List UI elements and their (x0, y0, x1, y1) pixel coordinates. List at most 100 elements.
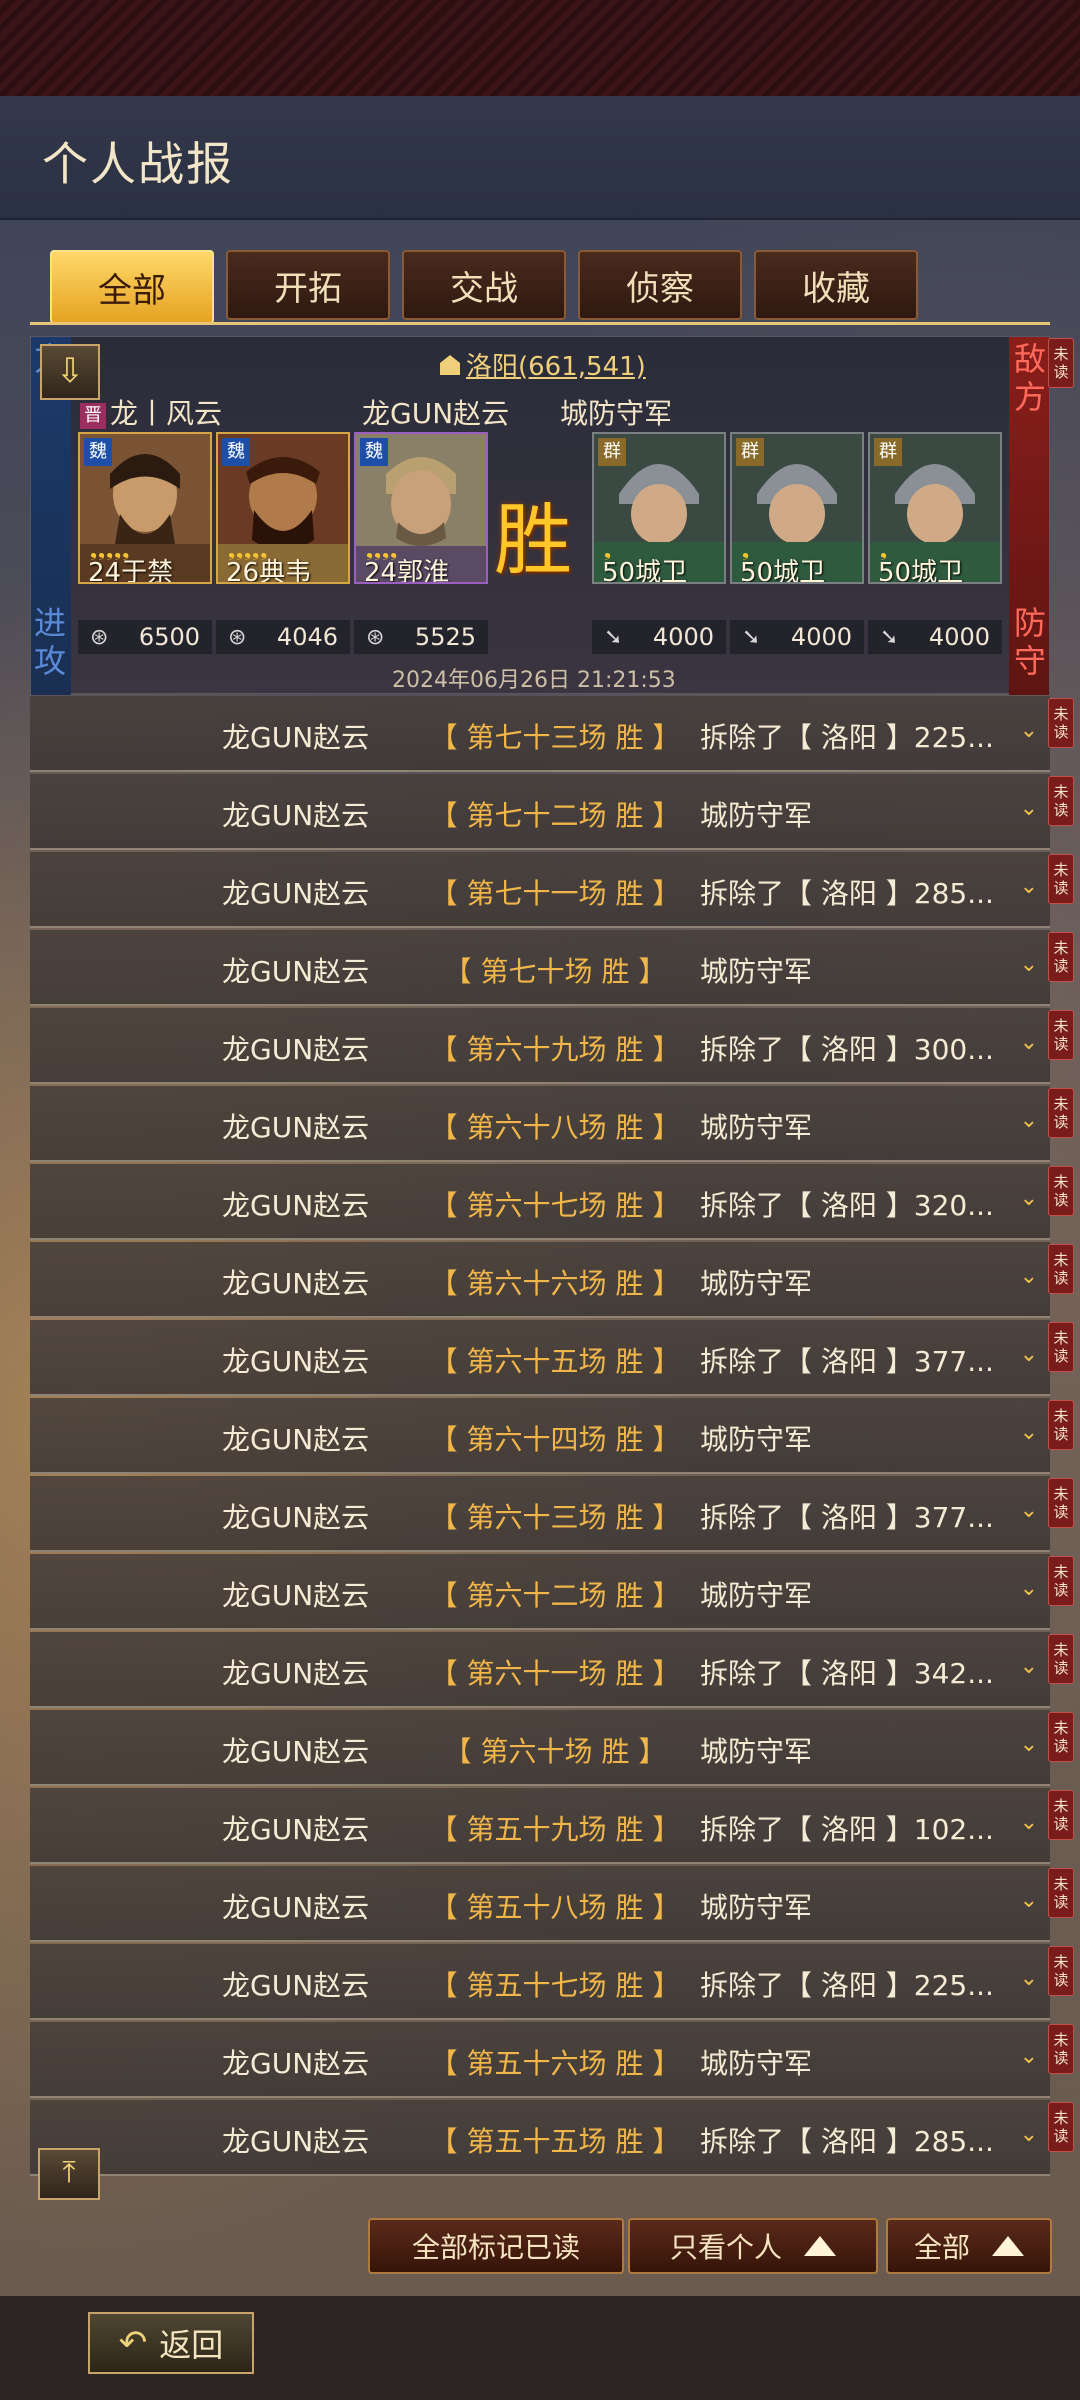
tab-explore[interactable]: 开拓 (226, 250, 390, 320)
chevron-down-icon[interactable]: ⌄ (1020, 2044, 1038, 2069)
general-card-defense-2[interactable]: 群 ❟ 50城卫 (730, 432, 864, 584)
tab-all[interactable]: 全部 (50, 250, 214, 324)
attacker-player-name: 龙GUN赵云 (362, 397, 510, 430)
chevron-down-icon[interactable]: ⌄ (1020, 1498, 1038, 1523)
report-row[interactable]: 龙GUN赵云 【 第六十九场 胜 】拆除了【 洛阳 】300... ⌄ (30, 1008, 1050, 1084)
general-name: 50城卫 (602, 558, 688, 584)
report-row[interactable]: 龙GUN赵云 【 第七十三场 胜 】拆除了【 洛阳 】225... ⌄ (30, 696, 1050, 772)
report-row[interactable]: 龙GUN赵云 【 第六十四场 胜 】城防守军 ⌄ (30, 1398, 1050, 1474)
report-result: 城防守军 (700, 1579, 813, 1612)
general-faction-badge: 魏 (222, 438, 250, 466)
unread-tag: 未读 (1048, 1400, 1074, 1450)
report-round: 【 第七十三场 胜 】 (429, 721, 681, 754)
tabs-underline (30, 322, 1050, 325)
chevron-down-icon[interactable]: ⌄ (1020, 796, 1038, 821)
report-attacker: 龙GUN赵云 (222, 955, 370, 988)
report-attacker: 龙GUN赵云 (222, 1501, 370, 1534)
back-button[interactable]: ↶ 返回 (88, 2312, 254, 2374)
tab-scout[interactable]: 侦察 (578, 250, 742, 320)
unread-tag: 未读 (1048, 338, 1074, 388)
report-round: 【 第五十五场 胜 】 (429, 2125, 681, 2158)
report-attacker: 龙GUN赵云 (222, 1345, 370, 1378)
alliance-faction-badge: 晋 (80, 403, 106, 429)
report-row[interactable]: 龙GUN赵云 【 第七十场 胜 】城防守军 ⌄ (30, 930, 1050, 1006)
chevron-down-icon[interactable]: ⌄ (1020, 1186, 1038, 1211)
mark-all-read-button[interactable]: 全部标记已读 (368, 2218, 624, 2274)
chevron-down-icon[interactable]: ⌄ (1020, 1654, 1038, 1679)
chevron-down-icon[interactable]: ⌄ (1020, 1108, 1038, 1133)
chevron-down-icon[interactable]: ⌄ (1020, 1420, 1038, 1445)
report-row[interactable]: 龙GUN赵云 【 第六十一场 胜 】拆除了【 洛阳 】342... ⌄ (30, 1632, 1050, 1708)
dropdown-arrow-icon (804, 2236, 836, 2256)
report-result: 城防守军 (700, 1735, 813, 1768)
report-row[interactable]: 龙GUN赵云 【 第五十七场 胜 】拆除了【 洛阳 】225... ⌄ (30, 1944, 1050, 2020)
general-card-defense-1[interactable]: 群 ❟ 50城卫 (592, 432, 726, 584)
only-personal-dropdown[interactable]: 只看个人 (628, 2218, 878, 2274)
chevron-down-icon[interactable]: ⌄ (1020, 874, 1038, 899)
unread-tag: 未读 (1048, 1712, 1074, 1762)
report-row[interactable]: 龙GUN赵云 【 第七十二场 胜 】城防守军 ⌄ (30, 774, 1050, 850)
report-result: 城防守军 (700, 1423, 813, 1456)
report-result: 拆除了【 洛阳 】225... (700, 721, 994, 754)
unread-tag: 未读 (1048, 776, 1074, 826)
report-row[interactable]: 龙GUN赵云 【 第六十三场 胜 】拆除了【 洛阳 】377... ⌄ (30, 1476, 1050, 1552)
report-result: 城防守军 (700, 799, 813, 832)
general-card-defense-3[interactable]: 群 ❟ 50城卫 (868, 432, 1002, 584)
report-row[interactable]: 龙GUN赵云 【 第五十八场 胜 】城防守军 ⌄ (30, 1866, 1050, 1942)
battle-location-link[interactable]: 洛阳(661,541) (440, 346, 646, 383)
report-row[interactable]: 龙GUN赵云 【 第七十一场 胜 】拆除了【 洛阳 】285... ⌄ (30, 852, 1050, 928)
general-card-attack-1[interactable]: 魏 ❟❟❟❟❟ 24于禁 (78, 432, 212, 584)
scroll-top-button[interactable]: ⤒ (38, 2148, 100, 2200)
report-round: 【 第五十七场 胜 】 (429, 1969, 681, 2002)
unread-tag: 未读 (1048, 1166, 1074, 1216)
general-name: 24郭淮 (364, 558, 450, 584)
general-card-attack-2[interactable]: 魏 ❟❟❟❟❟ 26典韦 (216, 432, 350, 584)
attacker-alliance: 晋龙丨风云 (80, 392, 222, 432)
chevron-down-icon[interactable]: ⌄ (1020, 1810, 1038, 1835)
report-result: 城防守军 (700, 1111, 813, 1144)
chevron-down-icon[interactable]: ⌄ (1020, 1732, 1038, 1757)
chevron-down-icon[interactable]: ⌄ (1020, 1342, 1038, 1367)
report-attacker: 龙GUN赵云 (222, 1423, 370, 1456)
report-result: 拆除了【 洛阳 】225... (700, 1969, 994, 2002)
report-round: 【 第六十六场 胜 】 (429, 1267, 681, 1300)
troop-count: ⊛ 6500 (78, 620, 212, 654)
report-round: 【 第五十六场 胜 】 (429, 2047, 681, 2080)
report-row[interactable]: 龙GUN赵云 【 第六十五场 胜 】拆除了【 洛阳 】377... ⌄ (30, 1320, 1050, 1396)
chevron-down-icon[interactable]: ⌄ (1020, 1030, 1038, 1055)
location-icon (440, 355, 460, 375)
defender-name: 城防守军 (560, 397, 673, 430)
general-card-attack-3[interactable]: 魏 ❟❟❟❟ 24郭淮 (354, 432, 488, 584)
filter-all-dropdown[interactable]: 全部 (886, 2218, 1052, 2274)
report-attacker: 龙GUN赵云 (222, 1657, 370, 1690)
unread-tag: 未读 (1048, 1634, 1074, 1684)
chevron-down-icon[interactable]: ⌄ (1020, 1264, 1038, 1289)
report-row[interactable]: 龙GUN赵云 【 第六十场 胜 】城防守军 ⌄ (30, 1710, 1050, 1786)
troop-count: ➘ 4000 (868, 620, 1002, 654)
report-row[interactable]: 龙GUN赵云 【 第六十八场 胜 】城防守军 ⌄ (30, 1086, 1050, 1162)
report-row[interactable]: 龙GUN赵云 【 第六十七场 胜 】拆除了【 洛阳 】320... ⌄ (30, 1164, 1050, 1240)
general-faction-badge: 群 (598, 438, 626, 466)
report-row[interactable]: 龙GUN赵云 【 第五十九场 胜 】拆除了【 洛阳 】102... ⌄ (30, 1788, 1050, 1864)
report-attacker: 龙GUN赵云 (222, 1189, 370, 1222)
report-round: 【 第七十场 胜 】 (443, 955, 667, 988)
tab-bar: 全部 开拓 交战 侦察 收藏 (50, 250, 918, 324)
report-result: 拆除了【 洛阳 】320... (700, 1189, 994, 1222)
report-row[interactable]: 龙GUN赵云 【 第五十五场 胜 】拆除了【 洛阳 】285... ⌄ (30, 2100, 1050, 2176)
report-row[interactable]: 龙GUN赵云 【 第五十六场 胜 】城防守军 ⌄ (30, 2022, 1050, 2098)
chevron-down-icon[interactable]: ⌄ (1020, 2122, 1038, 2147)
tab-favorites[interactable]: 收藏 (754, 250, 918, 320)
chevron-down-icon[interactable]: ⌄ (1020, 1888, 1038, 1913)
chevron-down-icon[interactable]: ⌄ (1020, 952, 1038, 977)
battle-timestamp: 2024年06月26日 21:21:53 (392, 668, 676, 693)
troops-icon: ⊛ (366, 624, 385, 650)
chevron-down-icon[interactable]: ⌄ (1020, 1966, 1038, 1991)
troop-count: ⊛ 5525 (354, 620, 488, 654)
report-row[interactable]: 龙GUN赵云 【 第六十六场 胜 】城防守军 ⌄ (30, 1242, 1050, 1318)
tab-battle[interactable]: 交战 (402, 250, 566, 320)
report-row[interactable]: 龙GUN赵云 【 第六十二场 胜 】城防守军 ⌄ (30, 1554, 1050, 1630)
chevron-down-icon[interactable]: ⌄ (1020, 718, 1038, 743)
report-attacker: 龙GUN赵云 (222, 1267, 370, 1300)
report-result: 城防守军 (700, 2047, 813, 2080)
chevron-down-icon[interactable]: ⌄ (1020, 1576, 1038, 1601)
